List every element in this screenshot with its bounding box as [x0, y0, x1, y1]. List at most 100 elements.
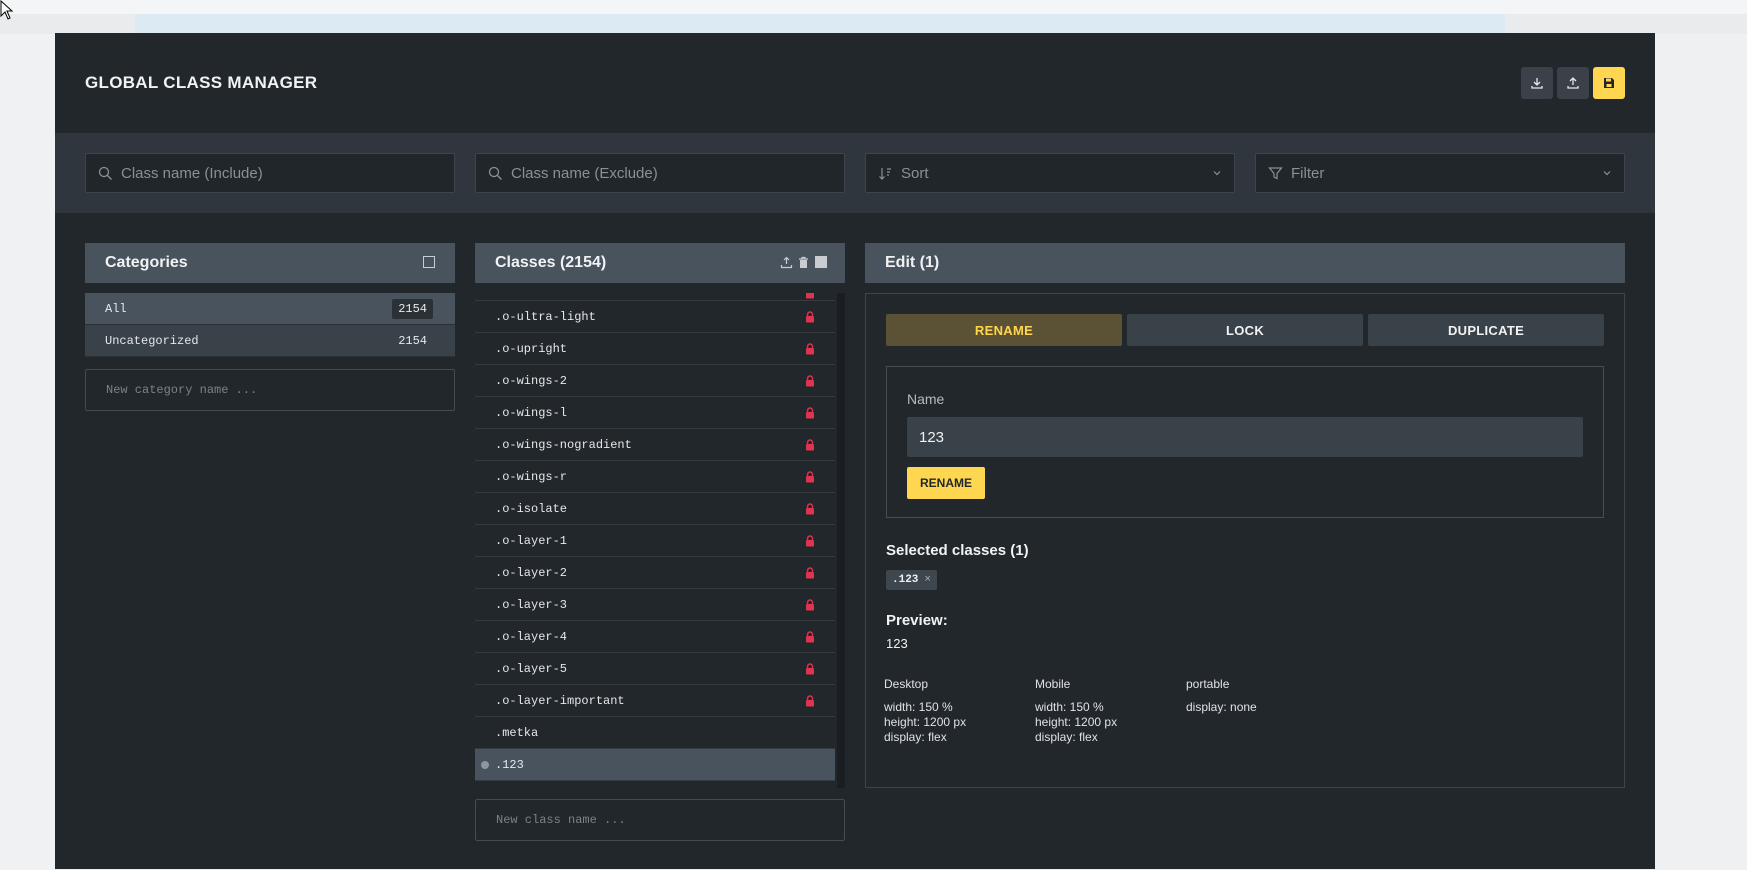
- search-icon: [488, 166, 502, 180]
- class-list: .o-ultra-bold .o-ultra-light.o-upright.o…: [475, 293, 845, 788]
- search-icon: [98, 166, 112, 180]
- remove-chip-icon[interactable]: ×: [924, 574, 931, 586]
- export-classes-icon[interactable]: [780, 256, 793, 269]
- save-button[interactable]: [1593, 67, 1625, 99]
- modal-title: GLOBAL CLASS MANAGER: [85, 73, 318, 92]
- class-item-partial[interactable]: .o-ultra-bold: [475, 293, 835, 301]
- checkbox-icon[interactable]: [423, 256, 435, 268]
- class-item[interactable]: .o-layer-4: [475, 621, 835, 653]
- trash-icon[interactable]: [798, 256, 809, 269]
- rename-card: Name RENAME: [886, 366, 1604, 518]
- class-rows: .o-ultra-light .o-upright .o-wings-2 .o-win…: [475, 301, 835, 781]
- rename-button[interactable]: RENAME: [907, 467, 985, 499]
- select-all-icon[interactable]: [815, 256, 827, 268]
- chevron-down-icon: [1603, 171, 1611, 176]
- lock-icon: [806, 471, 814, 483]
- lock-icon: [806, 311, 814, 323]
- class-name: .o-layer-important: [495, 693, 625, 708]
- include-search-input[interactable]: [121, 164, 421, 182]
- selected-class-chip: .123 ×: [886, 570, 938, 590]
- class-item[interactable]: .o-wings-r: [475, 461, 835, 493]
- chevron-down-icon: [1213, 171, 1221, 176]
- classes-title: Classes (2154): [495, 254, 607, 271]
- sort-select[interactable]: Sort: [865, 153, 1235, 193]
- category-item-uncategorized[interactable]: Uncategorized 2154: [85, 325, 455, 357]
- class-item[interactable]: .o-isolate: [475, 493, 835, 525]
- include-search-field: [85, 153, 455, 193]
- lock-icon: [806, 375, 814, 387]
- class-item[interactable]: .o-upright: [475, 333, 835, 365]
- class-item[interactable]: .123: [475, 749, 835, 781]
- scrollbar[interactable]: [837, 293, 845, 788]
- preview-title: Preview:: [886, 612, 948, 629]
- class-name: .o-layer-1: [495, 533, 568, 548]
- filter-label: Filter: [1291, 164, 1325, 182]
- lock-icon: [806, 343, 814, 355]
- category-count: 2154: [398, 334, 427, 348]
- class-item[interactable]: .o-layer-5: [475, 653, 835, 685]
- class-name: .o-wings-2: [495, 373, 568, 388]
- exclude-search-input[interactable]: [511, 164, 811, 182]
- breakpoint-prop: display: flex: [884, 730, 947, 744]
- class-item[interactable]: .metka: [475, 717, 835, 749]
- tab-lock[interactable]: LOCK: [1127, 314, 1363, 346]
- class-item[interactable]: .o-layer-3: [475, 589, 835, 621]
- scrollbar-thumb[interactable]: [837, 293, 845, 788]
- edit-panel: RENAME LOCK DUPLICATE Name RENAME Select…: [865, 293, 1625, 788]
- export-button[interactable]: [1521, 67, 1553, 99]
- lock-icon: [806, 567, 814, 579]
- filter-bar: Sort Filter: [55, 133, 1655, 213]
- selected-classes-title: Selected classes (1): [886, 542, 1029, 559]
- classes-header: Classes (2154): [475, 243, 845, 283]
- class-item[interactable]: .o-wings-l: [475, 397, 835, 429]
- category-count: 2154: [392, 299, 433, 319]
- import-button[interactable]: [1557, 67, 1589, 99]
- tab-duplicate[interactable]: DUPLICATE: [1368, 314, 1604, 346]
- breakpoint-prop: height: 1200 px: [884, 715, 967, 729]
- class-name: .123: [495, 757, 524, 772]
- sort-icon: [879, 167, 891, 180]
- class-name: .o-layer-5: [495, 661, 568, 676]
- categories-title: Categories: [105, 254, 188, 271]
- category-label: All: [105, 301, 127, 316]
- breakpoint-prop: display: none: [1186, 700, 1257, 714]
- class-item[interactable]: .o-wings-2: [475, 365, 835, 397]
- new-category-input[interactable]: [106, 383, 426, 397]
- class-name: .o-ultra-light: [495, 309, 596, 324]
- breakpoint-prop: height: 1200 px: [1035, 715, 1118, 729]
- chip-label: .123: [892, 574, 919, 586]
- new-category-field: [85, 369, 455, 411]
- new-class-input[interactable]: [496, 813, 816, 827]
- global-class-manager-modal: GLOBAL CLASS MANAGER Sort Filter: [55, 33, 1655, 869]
- lock-icon: [806, 293, 814, 299]
- lock-icon: [806, 535, 814, 547]
- class-item[interactable]: .o-layer-1: [475, 525, 835, 557]
- category-label: Uncategorized: [105, 333, 199, 348]
- name-input[interactable]: [907, 417, 1583, 457]
- class-item[interactable]: .o-layer-2: [475, 557, 835, 589]
- class-item[interactable]: .o-ultra-light: [475, 301, 835, 333]
- class-name: .o-wings-r: [495, 469, 568, 484]
- breakpoint-prop: width: 150 %: [884, 700, 953, 714]
- upload-icon: [1567, 77, 1579, 89]
- class-name: .o-upright: [495, 341, 568, 356]
- breakpoint-portable: portable display: none: [1186, 677, 1346, 715]
- breakpoint-name: Mobile: [1035, 677, 1071, 691]
- selected-dot-icon: [481, 761, 489, 769]
- tab-rename[interactable]: RENAME: [886, 314, 1122, 346]
- breakpoint-prop: width: 150 %: [1035, 700, 1104, 714]
- filter-select[interactable]: Filter: [1255, 153, 1625, 193]
- backdrop-notice: [135, 14, 1505, 34]
- class-name: .o-layer-4: [495, 629, 568, 644]
- lock-icon: [806, 663, 814, 675]
- class-item[interactable]: .o-wings-nogradient: [475, 429, 835, 461]
- class-item[interactable]: .o-layer-important: [475, 685, 835, 717]
- class-name: .o-layer-3: [495, 597, 568, 612]
- breakpoint-mobile: Mobile width: 150 % height: 1200 px disp…: [1035, 677, 1195, 745]
- new-class-field: [475, 799, 845, 841]
- category-item-all[interactable]: All 2154: [85, 293, 455, 325]
- breakpoint-desktop: Desktop width: 150 % height: 1200 px dis…: [884, 677, 1044, 745]
- class-list-scroll: .o-ultra-bold .o-ultra-light.o-upright.o…: [475, 293, 835, 781]
- save-icon: [1604, 78, 1614, 88]
- filter-icon: [1268, 166, 1283, 179]
